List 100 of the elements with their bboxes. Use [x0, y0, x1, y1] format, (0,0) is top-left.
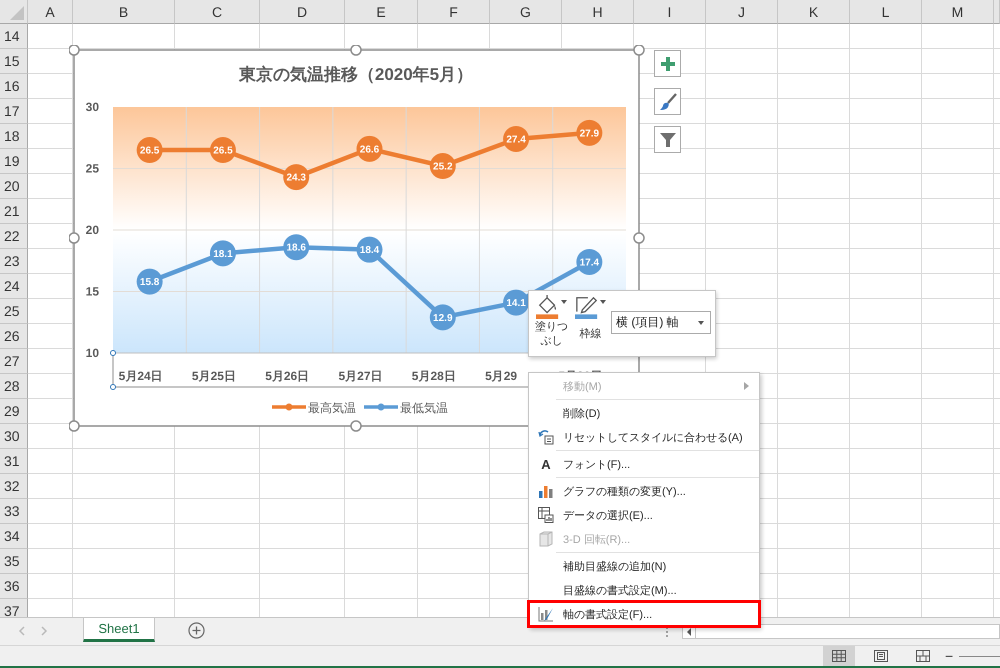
row-header[interactable]: 15	[0, 49, 28, 74]
column-header[interactable]: E	[345, 0, 418, 24]
x-axis-label: 5月29	[485, 369, 518, 383]
menu-item[interactable]: 軸の書式設定(F)...	[529, 602, 759, 626]
resize-handle[interactable]	[350, 420, 362, 432]
row-header[interactable]: 17	[0, 99, 28, 124]
resize-handle[interactable]	[69, 420, 80, 432]
chart-elements-button[interactable]	[654, 50, 681, 77]
row-header[interactable]: 16	[0, 74, 28, 99]
row-header[interactable]: 34	[0, 524, 28, 549]
data-label: 26.6	[360, 144, 380, 156]
select-all-button[interactable]	[0, 0, 28, 24]
row-header[interactable]: 28	[0, 374, 28, 399]
menu-item[interactable]: リセットしてスタイルに合わせる(A)	[529, 425, 759, 452]
bar-chart-icon	[538, 483, 554, 499]
row-header[interactable]: 31	[0, 449, 28, 474]
column-header[interactable]: H	[562, 0, 634, 24]
row-header[interactable]: 21	[0, 199, 28, 224]
table-chart-icon	[538, 507, 554, 523]
column-header[interactable]: B	[73, 0, 175, 24]
y-axis-label: 10	[86, 346, 99, 360]
data-label: 27.4	[506, 134, 526, 146]
zoom-out-button[interactable]: −	[945, 648, 954, 664]
column-header[interactable]: J	[706, 0, 778, 24]
row-header[interactable]: 35	[0, 549, 28, 574]
pen-icon	[575, 295, 599, 319]
row-header[interactable]: 19	[0, 149, 28, 174]
column-header[interactable]: G	[490, 0, 562, 24]
row-header[interactable]: 20	[0, 174, 28, 199]
cube-icon	[539, 531, 553, 547]
chart-styles-button[interactable]	[654, 88, 681, 115]
menu-item[interactable]: グラフの種類の変更(Y)...	[529, 479, 759, 503]
previous-sheet-icon[interactable]	[18, 626, 26, 636]
column-header[interactable]: I	[634, 0, 706, 24]
normal-view-button[interactable]	[823, 646, 855, 666]
x-axis-label: 5月27日	[338, 369, 383, 383]
row-header[interactable]: 27	[0, 349, 28, 374]
add-sheet-icon[interactable]	[188, 622, 205, 639]
resize-handle[interactable]	[69, 45, 80, 56]
next-sheet-icon[interactable]	[40, 626, 48, 636]
menu-item[interactable]: 削除(D)	[529, 401, 759, 425]
row-header[interactable]: 26	[0, 324, 28, 349]
row-header[interactable]: 18	[0, 124, 28, 149]
horizontal-scrollbar[interactable]	[682, 624, 1000, 639]
caret-icon[interactable]	[561, 300, 567, 304]
data-label: 27.9	[580, 128, 600, 140]
data-label: 18.6	[286, 242, 306, 254]
column-header[interactable]: K	[778, 0, 850, 24]
y-axis-label: 20	[86, 223, 99, 237]
data-label: 18.4	[360, 245, 380, 256]
row-header[interactable]: 24	[0, 274, 28, 299]
column-header[interactable]: L	[850, 0, 922, 24]
row-header[interactable]: 32	[0, 474, 28, 499]
legend-label: 最高気温	[308, 401, 356, 415]
column-header[interactable]: M	[922, 0, 994, 24]
page-icon	[874, 650, 888, 662]
row-header[interactable]: 36	[0, 574, 28, 599]
reset-style-icon	[538, 429, 554, 445]
chart-element-dropdown[interactable]: 横 (項目) 軸	[611, 311, 711, 334]
row-header[interactable]: 22	[0, 224, 28, 249]
row-header[interactable]: 30	[0, 424, 28, 449]
chart-title: 東京の気温推移（2020年5月）	[238, 65, 474, 84]
column-header[interactable]: A	[28, 0, 73, 24]
plus-icon	[660, 56, 676, 72]
row-header[interactable]: 37	[0, 599, 28, 617]
column-header[interactable]	[994, 0, 1000, 24]
row-header[interactable]: 33	[0, 499, 28, 524]
data-label: 12.9	[433, 312, 453, 324]
filter-icon	[658, 130, 676, 148]
resize-handle[interactable]	[69, 232, 80, 244]
menu-item[interactable]: データの選択(E)...	[529, 503, 759, 527]
data-label: 14.1	[506, 298, 526, 310]
row-header[interactable]: 29	[0, 399, 28, 424]
row-header[interactable]: 14	[0, 24, 28, 49]
page-break-icon	[916, 650, 930, 662]
splitter-icon[interactable]	[665, 626, 669, 638]
menu-item[interactable]: A フォント(F)...	[529, 452, 759, 479]
sheet-tab[interactable]: Sheet1	[83, 618, 155, 642]
row-header[interactable]: 23	[0, 249, 28, 274]
x-axis-label: 5月26日	[265, 369, 310, 383]
resize-handle[interactable]	[350, 45, 362, 56]
legend-label: 最低気温	[400, 401, 448, 415]
menu-item[interactable]: 目盛線の書式設定(M)...	[529, 578, 759, 602]
legend-line-icon	[272, 404, 306, 410]
data-label: 15.8	[140, 277, 160, 288]
column-header[interactable]: C	[175, 0, 260, 24]
resize-handle[interactable]	[633, 45, 645, 56]
x-axis-label: 5月25日	[192, 369, 236, 383]
data-label: 17.4	[580, 257, 600, 268]
resize-handle[interactable]	[633, 232, 645, 244]
legend-line-icon	[364, 404, 398, 410]
font-icon: A	[541, 456, 551, 472]
menu-item[interactable]: 補助目盛線の追加(N)	[529, 554, 759, 578]
chart-filters-button[interactable]	[654, 126, 681, 153]
column-header[interactable]: D	[260, 0, 345, 24]
caret-icon[interactable]	[600, 300, 606, 304]
row-header[interactable]: 25	[0, 299, 28, 324]
data-label: 18.1	[213, 248, 233, 260]
column-header[interactable]: F	[418, 0, 490, 24]
data-label: 24.3	[286, 172, 306, 184]
